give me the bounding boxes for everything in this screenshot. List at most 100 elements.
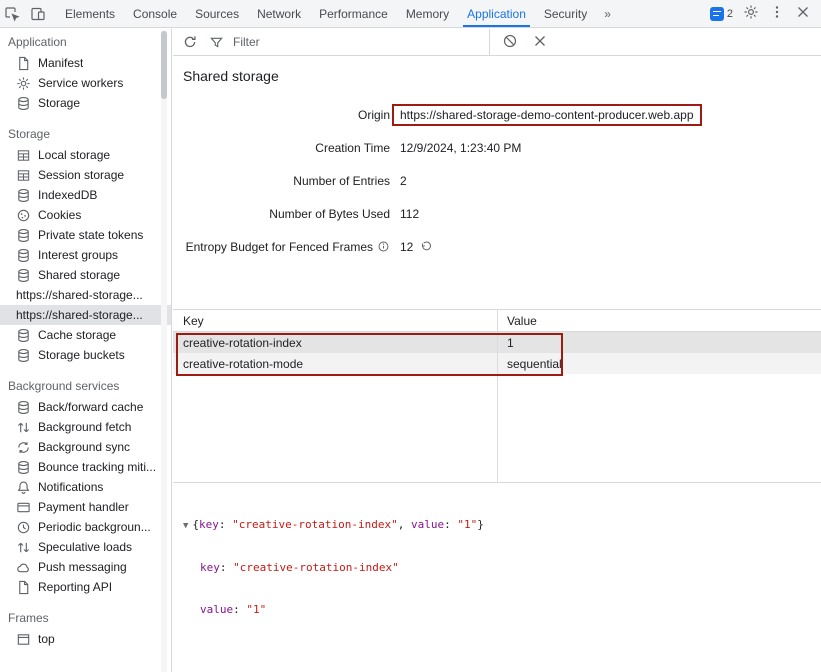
sidebar-item-cache-storage[interactable]: Cache storage: [0, 325, 171, 345]
panel-content: Shared storage Origin https://shared-sto…: [173, 56, 821, 652]
database-icon: [16, 248, 31, 263]
sidebar-item-manifest[interactable]: Manifest: [0, 53, 171, 73]
field-value: https://shared-storage-demo-content-prod…: [400, 104, 702, 126]
clear-all-icon[interactable]: [502, 33, 518, 52]
sidebar-item-payment-handler[interactable]: Payment handler: [0, 497, 171, 517]
devtools-tool-icons: [0, 4, 56, 24]
filter-funnel-icon: [209, 35, 224, 50]
field-label: Entropy Budget for Fenced Frames: [183, 240, 390, 254]
field-label: Creation Time: [183, 141, 390, 155]
sidebar-item-shared-storage-origin-1[interactable]: https://shared-storage...: [0, 285, 171, 305]
close-devtools-icon[interactable]: [795, 4, 811, 23]
page-title: Shared storage: [183, 68, 821, 84]
sidebar-item-label: Background sync: [38, 440, 130, 454]
sidebar-item-storage-buckets[interactable]: Storage buckets: [0, 345, 171, 365]
document-icon: [16, 580, 31, 595]
cloud-icon: [16, 560, 31, 575]
tab-security[interactable]: Security: [535, 0, 596, 27]
sidebar-item-label: Notifications: [38, 480, 103, 494]
kebab-menu-icon[interactable]: [769, 4, 785, 23]
tab-performance[interactable]: Performance: [310, 0, 397, 27]
sidebar-item-periodic-background-sync[interactable]: Periodic backgroun...: [0, 517, 171, 537]
application-sidebar: Application Manifest Service workers Sto…: [0, 29, 172, 672]
sidebar-item-back-forward-cache[interactable]: Back/forward cache: [0, 397, 171, 417]
issues-count: 2: [727, 8, 733, 20]
sidebar-item-reporting-api[interactable]: Reporting API: [0, 577, 171, 597]
issues-badge[interactable]: 2: [710, 7, 733, 21]
info-icon[interactable]: [377, 240, 390, 253]
sidebar-item-shared-storage[interactable]: Shared storage: [0, 265, 171, 285]
sidebar-item-shared-storage-origin-2[interactable]: https://shared-storage...: [0, 305, 171, 325]
devtools-tabbar: Elements Console Sources Network Perform…: [0, 0, 821, 28]
sidebar-item-label: Session storage: [38, 168, 124, 182]
sidebar-section-frames: Frames: [0, 607, 171, 629]
sidebar-item-push-messaging[interactable]: Push messaging: [0, 557, 171, 577]
sidebar-item-indexeddb[interactable]: IndexedDB: [0, 185, 171, 205]
tab-application[interactable]: Application: [458, 0, 535, 27]
sidebar-section-background-services: Background services: [0, 375, 171, 397]
sidebar-item-top-frame[interactable]: top: [0, 629, 171, 649]
field-value: 12: [400, 240, 433, 254]
gear-icon: [16, 76, 31, 91]
tab-memory[interactable]: Memory: [397, 0, 458, 27]
preview-summary-line: ▼{key: "creative-rotation-index", value:…: [183, 518, 811, 533]
field-value: 2: [400, 174, 407, 188]
refresh-icon[interactable]: [179, 31, 201, 53]
field-label: Number of Bytes Used: [183, 207, 390, 221]
arrows-updown-icon: [16, 540, 31, 555]
field-origin: Origin https://shared-storage-demo-conte…: [183, 98, 821, 131]
cell-key: creative-rotation-index: [173, 336, 497, 350]
sidebar-scrollbar-track[interactable]: [161, 30, 167, 672]
sidebar-item-label: Shared storage: [38, 268, 120, 282]
shared-storage-panel: Shared storage Origin https://shared-sto…: [173, 29, 821, 672]
sidebar-item-notifications[interactable]: Notifications: [0, 477, 171, 497]
card-icon: [16, 500, 31, 515]
device-toolbar-icon[interactable]: [28, 4, 48, 24]
sidebar-item-speculative-loads[interactable]: Speculative loads: [0, 537, 171, 557]
sidebar-item-cookies[interactable]: Cookies: [0, 205, 171, 225]
sidebar-item-label: Speculative loads: [38, 540, 132, 554]
sidebar-item-local-storage[interactable]: Local storage: [0, 145, 171, 165]
field-number-of-bytes: Number of Bytes Used 112: [183, 197, 821, 230]
tab-network[interactable]: Network: [248, 0, 310, 27]
sidebar-item-background-fetch[interactable]: Background fetch: [0, 417, 171, 437]
column-header-value[interactable]: Value: [497, 314, 821, 328]
sidebar-item-label: Background fetch: [38, 420, 131, 434]
field-value: 12/9/2024, 1:23:40 PM: [400, 141, 521, 155]
arrows-updown-icon: [16, 420, 31, 435]
sidebar-item-session-storage[interactable]: Session storage: [0, 165, 171, 185]
reset-budget-icon[interactable]: [420, 240, 433, 253]
preview-property-value: value: "1": [183, 603, 811, 617]
sidebar-scrollbar-thumb[interactable]: [161, 31, 167, 99]
sidebar-item-bounce-tracking[interactable]: Bounce tracking miti...: [0, 457, 171, 477]
sidebar-item-storage[interactable]: Storage: [0, 93, 171, 113]
field-number-of-entries: Number of Entries 2: [183, 164, 821, 197]
database-icon: [16, 348, 31, 363]
settings-gear-icon[interactable]: [743, 4, 759, 23]
sidebar-item-background-sync[interactable]: Background sync: [0, 437, 171, 457]
sidebar-item-private-state-tokens[interactable]: Private state tokens: [0, 225, 171, 245]
bell-icon: [16, 480, 31, 495]
sidebar-item-label: Storage: [38, 96, 80, 110]
tab-console[interactable]: Console: [124, 0, 186, 27]
sidebar-item-label: top: [38, 632, 55, 646]
database-icon: [16, 268, 31, 283]
tab-sources[interactable]: Sources: [186, 0, 248, 27]
filter-input[interactable]: [231, 34, 461, 50]
sidebar-item-service-workers[interactable]: Service workers: [0, 73, 171, 93]
tab-elements[interactable]: Elements: [56, 0, 124, 27]
sidebar-item-label: https://shared-storage...: [16, 288, 143, 302]
inspect-icon[interactable]: [2, 4, 22, 24]
preview-property-key: key: "creative-rotation-index": [183, 561, 811, 575]
sidebar-item-label: Back/forward cache: [38, 400, 143, 414]
database-icon: [16, 400, 31, 415]
column-header-key[interactable]: Key: [173, 314, 497, 328]
sidebar-item-label: Storage buckets: [38, 348, 125, 362]
delete-selected-icon[interactable]: [532, 33, 548, 52]
sidebar-item-interest-groups[interactable]: Interest groups: [0, 245, 171, 265]
expand-caret-icon[interactable]: ▼: [183, 521, 188, 531]
sidebar-item-label: Periodic backgroun...: [38, 520, 151, 534]
more-tabs-icon[interactable]: »: [596, 7, 620, 21]
column-divider[interactable]: [497, 309, 498, 482]
sidebar-item-label: Cookies: [38, 208, 81, 222]
